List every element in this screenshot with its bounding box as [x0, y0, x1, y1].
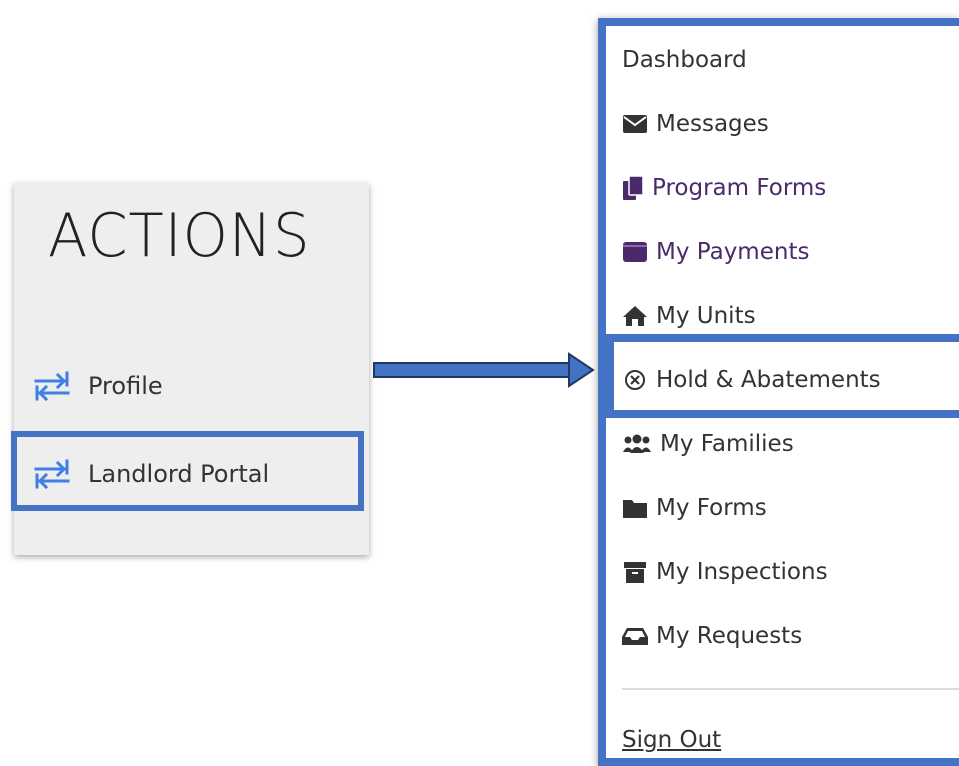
menu-item-my-families[interactable]: My Families	[622, 424, 794, 464]
actions-panel: ACTIONS Profile Landlord Portal	[11, 183, 369, 555]
portal-menu: Dashboard Messages Program Forms My Paym…	[598, 18, 959, 766]
menu-item-my-payments[interactable]: My Payments	[622, 232, 809, 272]
menu-item-messages[interactable]: Messages	[622, 104, 769, 144]
folder-icon	[622, 496, 648, 520]
wallet-icon	[622, 240, 648, 264]
menu-item-label: My Requests	[656, 623, 803, 649]
menu-item-program-forms[interactable]: Program Forms	[622, 168, 826, 208]
archive-icon	[622, 560, 648, 584]
copy-icon	[622, 176, 644, 200]
pointer-arrow	[373, 352, 595, 388]
swap-arrows-icon	[34, 371, 70, 402]
action-profile-label: Profile	[88, 372, 163, 400]
actions-title: ACTIONS	[48, 201, 311, 271]
menu-item-label: My Forms	[656, 495, 767, 521]
home-icon	[622, 304, 648, 328]
sign-out-label: Sign Out	[622, 727, 722, 753]
menu-item-label: Dashboard	[622, 47, 747, 73]
envelope-icon	[622, 112, 648, 136]
menu-item-label: My Inspections	[656, 559, 828, 585]
menu-item-my-inspections[interactable]: My Inspections	[622, 552, 828, 592]
menu-item-label: Hold & Abatements	[656, 367, 881, 393]
circle-x-icon	[622, 368, 648, 392]
menu-divider	[622, 688, 959, 690]
action-profile[interactable]: Profile	[14, 355, 369, 417]
menu-item-label: Program Forms	[652, 175, 827, 201]
menu-item-my-requests[interactable]: My Requests	[622, 616, 802, 656]
menu-item-label: Messages	[656, 111, 769, 137]
menu-item-my-forms[interactable]: My Forms	[622, 488, 767, 528]
landlord-portal-highlight	[11, 431, 364, 511]
sign-out-link[interactable]: Sign Out	[622, 720, 721, 760]
inbox-icon	[622, 624, 648, 648]
users-icon	[622, 432, 652, 456]
menu-item-dashboard[interactable]: Dashboard	[622, 40, 747, 80]
menu-item-label: My Units	[656, 303, 756, 329]
menu-item-label: My Families	[660, 431, 794, 457]
menu-item-label: My Payments	[656, 239, 810, 265]
menu-item-hold-abatements[interactable]: Hold & Abatements	[622, 360, 881, 400]
menu-item-my-units[interactable]: My Units	[622, 296, 756, 336]
